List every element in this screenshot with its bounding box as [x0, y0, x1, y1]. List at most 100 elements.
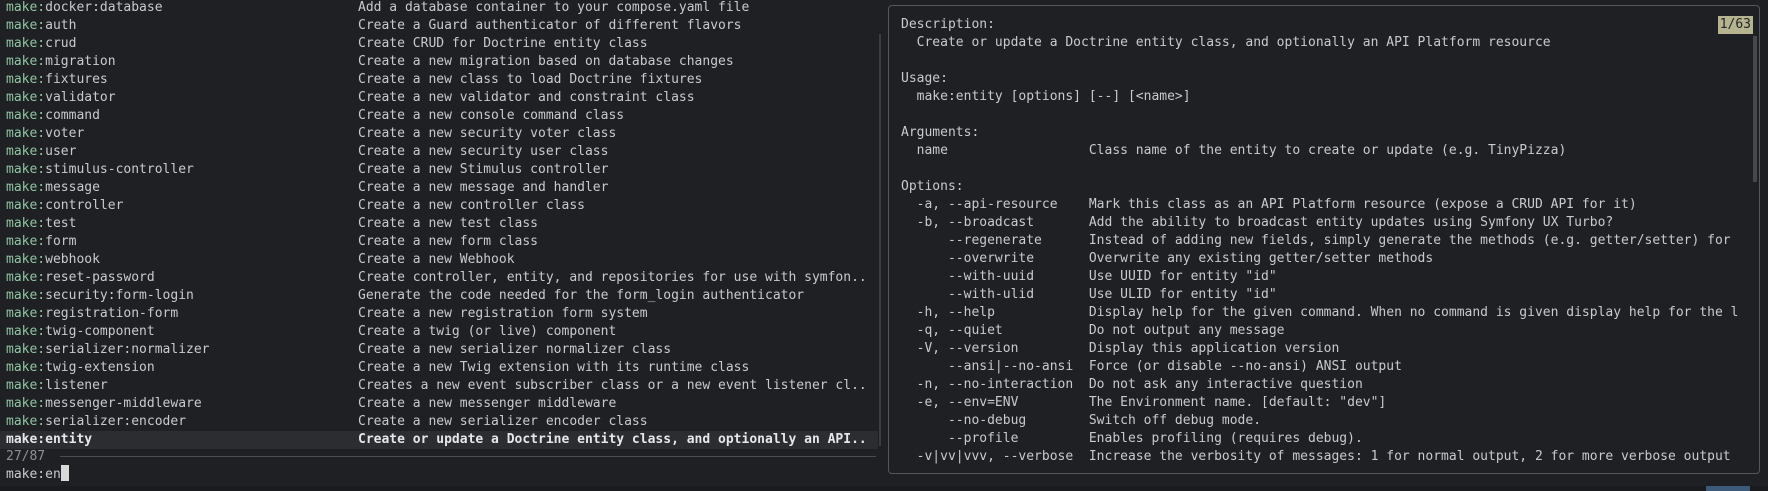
- command-suffix: docker:database: [45, 0, 163, 15]
- command-suffix: controller: [45, 198, 124, 213]
- command-suffix: form: [45, 234, 77, 249]
- command-suffix: validator: [45, 90, 116, 105]
- list-item-selected[interactable]: make:entity Create or update a Doctrine e…: [0, 431, 878, 449]
- command-description: Create a new messenger middleware: [358, 396, 617, 411]
- command-description: Create controller, entity, and repositor…: [358, 270, 867, 285]
- command-suffix: entity: [45, 432, 93, 447]
- list-item[interactable]: make:validator Create a new validator and…: [6, 89, 878, 107]
- list-item[interactable]: make:command Create a new console command…: [6, 107, 878, 125]
- preview-line: [901, 52, 1743, 70]
- list-item[interactable]: make:voter Create a new security voter cl…: [6, 125, 878, 143]
- list-item[interactable]: make:reset-password Create controller, en…: [6, 269, 878, 287]
- preview-line: --overwrite Overwrite any existing gette…: [901, 251, 1434, 266]
- command-prefix: make:: [6, 0, 46, 15]
- command-suffix: registration-form: [45, 306, 179, 321]
- preview-line: -V, --version Display this application v…: [901, 341, 1340, 356]
- list-item[interactable]: make:message Create a new message and han…: [6, 179, 878, 197]
- list-scrollbar[interactable]: [879, 34, 881, 446]
- command-name: make:serializer:normalizer: [6, 341, 358, 359]
- command-name: make:form: [6, 233, 358, 251]
- list-item[interactable]: make:listener Creates a new event subscri…: [6, 377, 878, 395]
- command-description: Create a new class to load Doctrine fixt…: [358, 72, 703, 87]
- list-item[interactable]: make:crud Create CRUD for Doctrine entity…: [6, 35, 878, 53]
- preview-line: name Class name of the entity to create …: [901, 143, 1567, 158]
- preview-line: -q, --quiet Do not output any message: [901, 323, 1285, 338]
- command-name: make:entity: [6, 431, 358, 449]
- command-list: make:docker:database Add a database conta…: [0, 0, 878, 449]
- list-item[interactable]: make:stimulus-controller Create a new Sti…: [6, 161, 878, 179]
- command-name: make:stimulus-controller: [6, 161, 358, 179]
- preview-line: --no-debug Switch off debug mode.: [901, 413, 1262, 428]
- preview-line: [901, 160, 1743, 178]
- command-suffix: message: [45, 180, 100, 195]
- command-prefix: make:: [6, 36, 46, 51]
- command-suffix: user: [45, 144, 77, 159]
- command-name: make:migration: [6, 53, 358, 71]
- command-name: make:validator: [6, 89, 358, 107]
- command-prefix: make:: [6, 72, 46, 87]
- command-suffix: serializer:normalizer: [45, 342, 210, 357]
- command-name: make:twig-extension: [6, 359, 358, 377]
- list-item[interactable]: make:registration-form Create a new regis…: [6, 305, 878, 323]
- preview-line: -e, --env=ENV The Environment name. [def…: [901, 395, 1387, 410]
- command-prefix: make:: [6, 378, 46, 393]
- command-suffix: serializer:encoder: [45, 414, 187, 429]
- command-prefix: make:: [6, 396, 46, 411]
- command-suffix: migration: [45, 54, 116, 69]
- preview-line: -n, --no-interaction Do not ask any inte…: [901, 377, 1363, 392]
- command-description: Create or update a Doctrine entity class…: [358, 432, 867, 447]
- preview-line: Options:: [901, 179, 964, 194]
- command-prefix: make:: [6, 144, 46, 159]
- list-item[interactable]: make:test Create a new test class: [6, 215, 878, 233]
- command-name: make:user: [6, 143, 358, 161]
- list-item[interactable]: make:auth Create a Guard authenticator of…: [6, 17, 878, 35]
- list-item[interactable]: make:webhook Create a new Webhook: [6, 251, 878, 269]
- command-suffix: webhook: [45, 252, 100, 267]
- list-item[interactable]: make:user Create a new security user clas…: [6, 143, 878, 161]
- bottom-bar-indicator: [1706, 486, 1750, 491]
- search-prompt[interactable]: make:en: [6, 465, 69, 483]
- command-name: make:controller: [6, 197, 358, 215]
- command-prefix: make:: [6, 270, 46, 285]
- list-item[interactable]: make:controller Create a new controller c…: [6, 197, 878, 215]
- list-item[interactable]: make:messenger-middleware Create a new me…: [6, 395, 878, 413]
- command-description: Create a twig (or live) component: [358, 324, 617, 339]
- list-item[interactable]: make:migration Create a new migration bas…: [6, 53, 878, 71]
- count-divider: [60, 456, 876, 457]
- preview-position-counter: 1/63: [1717, 16, 1753, 34]
- command-name: make:command: [6, 107, 358, 125]
- command-name: make:voter: [6, 125, 358, 143]
- command-description: Create a new test class: [358, 216, 539, 231]
- command-suffix: reset-password: [45, 270, 155, 285]
- text-cursor: [60, 465, 69, 481]
- command-description: Create a new Stimulus controller: [358, 162, 609, 177]
- command-suffix: fixtures: [45, 72, 108, 87]
- preview-line: [901, 106, 1743, 124]
- command-description: Create a new form class: [358, 234, 539, 249]
- command-description: Create CRUD for Doctrine entity class: [358, 36, 648, 51]
- list-item[interactable]: make:twig-component Create a twig (or liv…: [6, 323, 878, 341]
- command-description: Create a new validator and constraint cl…: [358, 90, 695, 105]
- list-item[interactable]: make:serializer:normalizer Create a new s…: [6, 341, 878, 359]
- list-item[interactable]: make:docker:database Add a database conta…: [6, 0, 878, 17]
- command-prefix: make:: [6, 54, 46, 69]
- command-description: Create a new console command class: [358, 108, 625, 123]
- command-prefix: make:: [6, 162, 46, 177]
- preview-line: Arguments:: [901, 125, 980, 140]
- command-suffix: voter: [45, 126, 85, 141]
- command-suffix: crud: [45, 36, 77, 51]
- command-prefix: make:: [6, 180, 46, 195]
- list-item[interactable]: make:serializer:encoder Create a new seri…: [6, 413, 878, 431]
- command-name: make:fixtures: [6, 71, 358, 89]
- command-suffix: messenger-middleware: [45, 396, 202, 411]
- list-item[interactable]: make:twig-extension Create a new Twig ext…: [6, 359, 878, 377]
- command-name: make:reset-password: [6, 269, 358, 287]
- preview-scrollbar[interactable]: [1753, 36, 1757, 182]
- preview-pane: Description: Create or update a Doctrine…: [888, 5, 1760, 474]
- list-item[interactable]: make:security:form-login Generate the cod…: [6, 287, 878, 305]
- search-input[interactable]: make:en: [6, 467, 61, 482]
- list-item[interactable]: make:fixtures Create a new class to load …: [6, 71, 878, 89]
- preview-content: Description: Create or update a Doctrine…: [901, 16, 1743, 466]
- list-item[interactable]: make:form Create a new form class: [6, 233, 878, 251]
- command-description: Create a new controller class: [358, 198, 585, 213]
